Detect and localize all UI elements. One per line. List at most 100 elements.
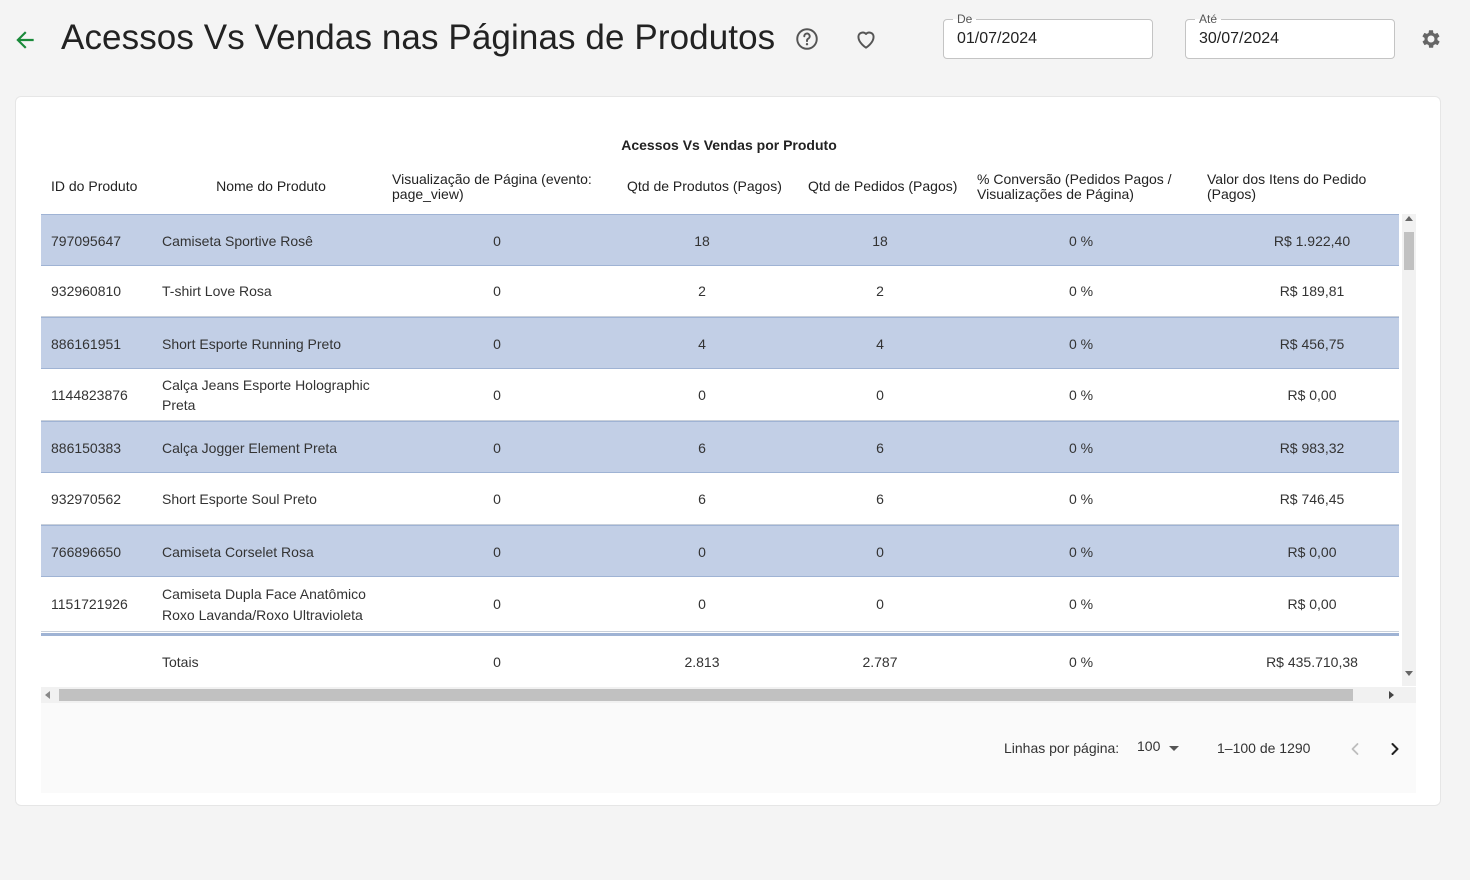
scroll-down-arrow-icon[interactable] [1405,671,1413,676]
table-row[interactable]: 886161951 Short Esporte Running Preto 0 4 4 0… [41,317,1399,369]
column-header-product-id[interactable]: ID do Produto [51,179,137,194]
table-row[interactable]: 932970562 Short Esporte Soul Preto 0 6 6 0 % R… [41,473,1399,525]
cell-qty-products: 4 [698,335,706,352]
settings-gear-icon[interactable] [1419,27,1443,51]
cell-order-value: R$ 0,00 [1287,386,1337,403]
totals-page-views: 0 [493,653,501,670]
cell-conversion: 0 % [1068,232,1094,249]
cell-product-name: T-shirt Love Rosa [162,282,272,299]
table-row[interactable]: 886150383 Calça Jogger Element Preta 0 6 6 0 … [41,421,1399,473]
cell-qty-orders: 18 [872,232,888,249]
cell-page-views: 0 [493,490,501,507]
cell-product-name: Camiseta Corselet Rosa [162,543,314,560]
cell-qty-products: 0 [698,596,706,613]
cell-page-views: 0 [493,543,501,560]
cell-order-value: R$ 0,00 [1287,596,1337,613]
rows-per-page-label: Linhas por página: [1004,740,1120,756]
page-title: Acessos Vs Vendas nas Páginas de Produto… [61,18,776,57]
totals-row: Totais 0 2.813 2.787 0 % R$ 435.710,38 [41,633,1399,685]
cell-page-views: 0 [493,386,501,403]
totals-order-value: R$ 435.710,38 [1266,653,1358,670]
cell-product-id: 766896650 [51,543,122,560]
cell-qty-orders: 0 [876,543,884,560]
pagination-range: 1–100 de 1290 [1217,740,1311,756]
previous-page-chevron-icon[interactable] [1343,737,1367,761]
column-header-conversion[interactable]: % Conversão (Pedidos Pagos / Visualizaçõ… [977,172,1187,202]
dropdown-caret-icon [1169,746,1179,751]
horizontal-scroll-thumb[interactable] [59,689,1353,701]
cell-product-id: 886150383 [51,439,122,456]
column-header-page-views[interactable]: Visualização de Página (evento: page_vie… [392,172,607,202]
cell-page-views: 0 [493,282,501,299]
table-title: Acessos Vs Vendas por Produto [621,137,837,153]
rows-per-page-value: 100 [1137,738,1161,754]
cell-qty-orders: 6 [876,439,884,456]
cell-order-value: R$ 189,81 [1279,282,1345,299]
cell-qty-products: 18 [694,232,710,249]
table-footer [41,703,1416,793]
table-row[interactable]: 797095647 Camiseta Sportive Rosê 0 18 18 0 % R… [41,214,1399,266]
cell-page-views: 0 [493,232,501,249]
cell-conversion: 0 % [1068,282,1094,299]
cell-qty-orders: 4 [876,335,884,352]
cell-page-views: 0 [493,596,501,613]
cell-conversion: 0 % [1068,335,1094,352]
vertical-scroll-thumb[interactable] [1404,232,1414,270]
column-header-qty-orders[interactable]: Qtd de Pedidos (Pagos) [808,179,957,194]
totals-conversion: 0 % [1068,653,1094,670]
cell-product-id: 1144823876 [51,386,128,403]
date-from-input[interactable] [957,30,1142,48]
table-row[interactable]: 1144823876 Calça Jeans Esporte Holographi… [41,369,1399,421]
cell-qty-orders: 0 [876,386,884,403]
cell-qty-orders: 2 [876,282,884,299]
cell-page-views: 0 [493,335,501,352]
cell-order-value: R$ 746,45 [1279,490,1345,507]
cell-order-value: R$ 0,00 [1287,543,1337,560]
cell-conversion: 0 % [1068,386,1094,403]
cell-page-views: 0 [493,439,501,456]
cell-product-name: Calça Jeans Esporte Holographic Preta [162,376,370,414]
cell-qty-products: 2 [698,282,706,299]
cell-order-value: R$ 983,32 [1279,439,1345,456]
scroll-right-arrow-icon[interactable] [1389,691,1394,699]
date-from-label: De [953,12,977,26]
column-header-qty-products[interactable]: Qtd de Produtos (Pagos) [627,179,782,194]
cell-qty-products: 6 [698,439,706,456]
favorite-heart-icon[interactable] [853,26,879,52]
back-arrow-icon[interactable] [12,27,38,53]
date-from-field[interactable]: De [943,12,1153,59]
date-to-input[interactable] [1199,30,1384,48]
cell-product-name: Short Esporte Running Preto [162,335,341,352]
totals-label: Totais [162,653,199,670]
cell-conversion: 0 % [1068,543,1094,560]
cell-qty-products: 0 [698,543,706,560]
cell-product-name: Short Esporte Soul Preto [162,490,317,507]
rows-per-page-select[interactable]: 100 [1137,738,1185,758]
totals-qty-products: 2.813 [684,653,720,670]
help-icon[interactable] [794,26,820,52]
table-row[interactable]: 932960810 T-shirt Love Rosa 0 2 2 0 % R$ 189,8… [41,265,1399,317]
cell-product-id: 1151721926 [51,596,128,613]
cell-order-value: R$ 1.922,40 [1273,232,1351,249]
table-row[interactable]: 766896650 Camiseta Corselet Rosa 0 0 0 0 % R$ … [41,525,1399,577]
column-header-product-name[interactable]: Nome do Produto [196,179,346,194]
cell-conversion: 0 % [1068,490,1094,507]
cell-qty-products: 6 [698,490,706,507]
cell-product-name: Camiseta Dupla Face Anatômico Roxo Lavan… [162,586,366,623]
scroll-up-arrow-icon[interactable] [1405,216,1413,221]
horizontal-scrollbar[interactable] [41,687,1416,703]
cell-qty-orders: 6 [876,490,884,507]
cell-product-name: Calça Jogger Element Preta [162,439,338,456]
table-row[interactable]: 1151721926 Camiseta Dupla Face Anatômico … [41,577,1399,632]
column-header-order-value[interactable]: Valor dos Itens do Pedido (Pagos) [1207,172,1387,202]
cell-product-name: Camiseta Sportive Rosê [162,232,313,249]
date-to-field[interactable]: Até [1185,12,1395,59]
cell-qty-orders: 0 [876,596,884,613]
cell-product-id: 932970562 [51,490,122,507]
next-page-chevron-icon[interactable] [1383,737,1407,761]
cell-qty-products: 0 [698,386,706,403]
vertical-scrollbar[interactable] [1402,214,1416,686]
cell-product-id: 932960810 [51,282,122,299]
report-card: Acessos Vs Vendas por Produto ID do Prod… [15,96,1441,806]
scroll-left-arrow-icon[interactable] [45,691,50,699]
